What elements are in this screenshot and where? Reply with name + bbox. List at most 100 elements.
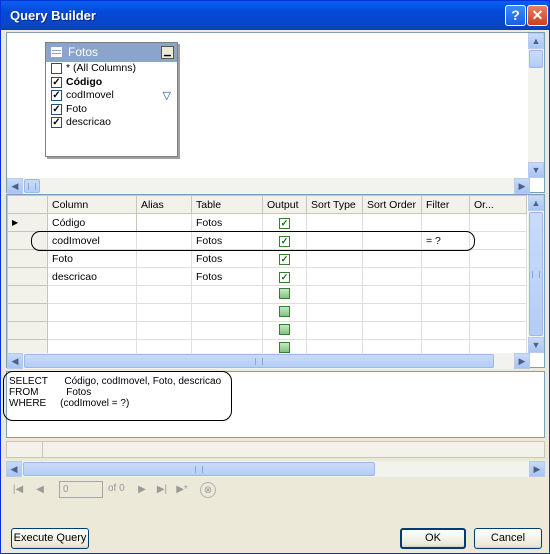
table-cell[interactable]: Fotos (191, 267, 263, 286)
column-checkbox[interactable] (51, 63, 62, 74)
table-column-item[interactable]: ✓ descricao (46, 116, 177, 130)
sql-pane[interactable]: SELECT Código, codImovel, Foto, descrica… (6, 371, 545, 438)
sort-order-cell[interactable] (362, 231, 422, 250)
sort-type-cell[interactable] (306, 303, 363, 322)
record-position-input[interactable]: 0 (59, 481, 103, 498)
scroll-down-icon[interactable]: ▼ (528, 162, 544, 178)
sort-type-cell[interactable] (306, 213, 363, 232)
sort-order-cell[interactable] (362, 267, 422, 286)
col-header-sort-order[interactable]: Sort Order (362, 195, 422, 214)
table-column-item[interactable]: * (All Columns) (46, 62, 177, 76)
grid-empty-row[interactable] (7, 321, 527, 340)
sort-order-cell[interactable] (362, 213, 422, 232)
output-cell[interactable]: ✓ (262, 213, 307, 232)
scroll-right-icon[interactable]: ▶ (514, 353, 530, 369)
filter-cell[interactable] (421, 321, 470, 340)
alias-cell[interactable] (136, 249, 192, 268)
alias-cell[interactable] (136, 213, 192, 232)
sort-order-cell[interactable] (362, 249, 422, 268)
filter-cell[interactable] (421, 249, 470, 268)
output-checkbox[interactable]: ✓ (279, 271, 290, 283)
output-checkbox[interactable] (279, 323, 290, 335)
diagram-horizontal-scrollbar[interactable]: ◀ ▶ (7, 178, 530, 194)
column-cell[interactable]: Foto (47, 249, 137, 268)
row-selector[interactable]: ▶ (7, 213, 48, 232)
output-cell[interactable] (262, 321, 307, 340)
output-checkbox[interactable]: ✓ (279, 235, 290, 247)
col-header-table[interactable]: Table (191, 195, 263, 214)
grid-horizontal-scrollbar[interactable]: ◀ ▶ (7, 353, 530, 369)
grid-vertical-scrollbar[interactable]: ▲ ▼ (528, 195, 544, 353)
filter-cell[interactable] (421, 267, 470, 286)
grid-row[interactable]: ▶ Código Fotos ✓ (7, 213, 527, 232)
scroll-thumb[interactable] (529, 212, 543, 336)
column-checkbox[interactable]: ✓ (51, 90, 62, 101)
table-cell[interactable] (191, 303, 263, 322)
scroll-thumb[interactable] (529, 50, 543, 68)
column-cell[interactable]: Código (47, 213, 137, 232)
table-column-item[interactable]: ✓ Código (46, 76, 177, 90)
scroll-up-icon[interactable]: ▲ (528, 195, 544, 211)
column-cell[interactable] (47, 321, 137, 340)
row-selector[interactable] (7, 249, 48, 268)
previous-record-icon[interactable]: ◀ (32, 482, 48, 498)
last-record-icon[interactable]: ▶| (154, 482, 170, 498)
alias-cell[interactable] (136, 303, 192, 322)
filter-cell[interactable] (421, 285, 470, 304)
criteria-grid[interactable]: Column Alias Table Output Sort Type Sort… (7, 195, 527, 358)
or-cell[interactable] (469, 267, 527, 286)
output-checkbox[interactable] (279, 305, 290, 317)
table-cell[interactable]: Fotos (191, 249, 263, 268)
output-checkbox[interactable]: ✓ (279, 253, 290, 265)
sort-type-cell[interactable] (306, 249, 363, 268)
criteria-grid-pane[interactable]: Column Alias Table Output Sort Type Sort… (6, 194, 545, 369)
output-cell[interactable]: ✓ (262, 249, 307, 268)
scroll-up-icon[interactable]: ▲ (528, 33, 544, 49)
next-record-icon[interactable]: ▶ (134, 482, 150, 498)
col-header-output[interactable]: Output (262, 195, 307, 214)
sql-text[interactable]: SELECT Código, codImovel, Foto, descrica… (9, 376, 221, 409)
column-checkbox[interactable]: ✓ (51, 103, 62, 115)
delete-record-icon[interactable]: ⊗ (200, 482, 216, 498)
sort-order-cell[interactable] (362, 285, 422, 304)
row-selector[interactable] (7, 285, 48, 304)
scroll-right-icon[interactable]: ▶ (514, 178, 530, 194)
alias-cell[interactable] (136, 267, 192, 286)
grid-empty-row[interactable] (7, 303, 527, 322)
grid-row[interactable]: descricao Fotos ✓ (7, 267, 527, 286)
output-checkbox[interactable] (279, 287, 290, 299)
table-fotos-box[interactable]: Fotos ▁ * (All Columns) ✓ Código ✓ codImovel… (45, 42, 178, 157)
new-record-icon[interactable]: ▶* (174, 482, 190, 498)
table-column-item[interactable]: ✓ codImovel ▽ (46, 89, 177, 103)
sort-type-cell[interactable] (306, 321, 363, 340)
scroll-thumb[interactable] (23, 462, 375, 476)
filter-cell[interactable]: = ? (421, 231, 470, 250)
column-cell[interactable] (47, 285, 137, 304)
first-record-icon[interactable]: |◀ (10, 482, 26, 498)
output-cell[interactable]: ✓ (262, 231, 307, 250)
or-cell[interactable] (469, 249, 527, 268)
col-header-alias[interactable]: Alias (136, 195, 192, 214)
grid-row[interactable]: Foto Fotos ✓ (7, 249, 527, 268)
output-checkbox[interactable]: ✓ (279, 217, 290, 229)
row-selector[interactable] (7, 303, 48, 322)
results-horizontal-scrollbar[interactable]: ◀ ▶ (6, 461, 545, 477)
sort-type-cell[interactable] (306, 267, 363, 286)
diagram-pane[interactable]: Fotos ▁ * (All Columns) ✓ Código ✓ codImovel… (6, 32, 545, 194)
filter-cell[interactable] (421, 303, 470, 322)
sort-order-cell[interactable] (362, 321, 422, 340)
col-header-column[interactable]: Column (47, 195, 137, 214)
help-button[interactable]: ? (505, 5, 526, 26)
column-cell[interactable]: codImovel (47, 231, 137, 250)
row-selector[interactable] (7, 321, 48, 340)
scroll-thumb[interactable] (24, 179, 40, 193)
scroll-thumb[interactable] (24, 354, 494, 368)
alias-cell[interactable] (136, 285, 192, 304)
col-header-sort-type[interactable]: Sort Type (306, 195, 363, 214)
col-header-filter[interactable]: Filter (421, 195, 470, 214)
output-cell[interactable] (262, 285, 307, 304)
scroll-right-icon[interactable]: ▶ (529, 461, 545, 477)
alias-cell[interactable] (136, 321, 192, 340)
table-column-item[interactable]: ✓ Foto (46, 103, 177, 117)
ok-button[interactable]: OK (400, 528, 466, 549)
